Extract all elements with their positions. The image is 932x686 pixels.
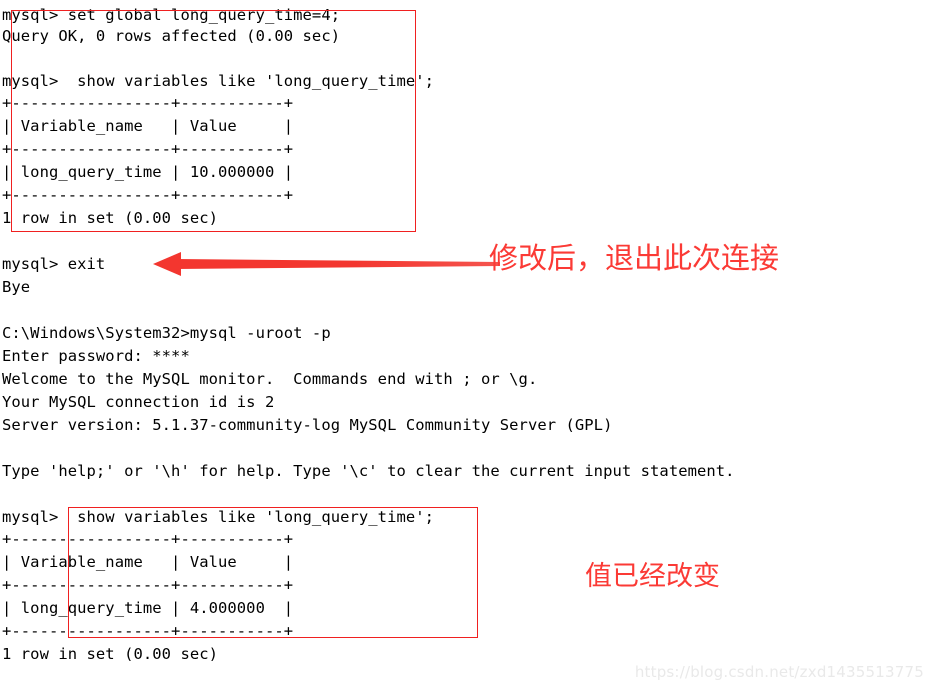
console-line: mysql> show variables like 'long_query_t… [2, 508, 435, 526]
console-line: Enter password: **** [2, 347, 190, 365]
note-value-changed: 值已经改变 [585, 561, 720, 592]
console-line: 1 row in set (0.00 sec) [2, 645, 219, 663]
console-line: Welcome to the MySQL monitor. Commands e… [2, 370, 538, 388]
console-line: +-----------------+-----------+ [2, 140, 294, 158]
console-line: mysql> set global long_query_time=4; [2, 6, 341, 24]
console-line: Server version: 5.1.37-community-log MyS… [2, 416, 613, 434]
console-line: mysql> show variables like 'long_query_t… [2, 72, 435, 90]
console-line: +-----------------+-----------+ [2, 94, 294, 112]
console-line: +-----------------+-----------+ [2, 530, 294, 548]
note-after-modify-exit: 修改后，退出此次连接 [489, 241, 780, 275]
console-line: Bye [2, 278, 31, 296]
console-line: | Variable_name | Value | [2, 117, 294, 135]
console-line: mysql> exit [2, 255, 106, 273]
console-line: +-----------------+-----------+ [2, 186, 294, 204]
console-line: +-----------------+-----------+ [2, 576, 294, 594]
console-line: +-----------------+-----------+ [2, 622, 294, 640]
console-line: | Variable_name | Value | [2, 553, 294, 571]
source-watermark: https://blog.csdn.net/zxd1435513775 [634, 663, 924, 681]
console-line: Type 'help;' or '\h' for help. Type '\c'… [2, 462, 735, 480]
console-line: C:\Windows\System32>mysql -uroot -p [2, 324, 331, 342]
console-line: 1 row in set (0.00 sec) [2, 209, 219, 227]
console-line: Query OK, 0 rows affected (0.00 sec) [2, 27, 341, 45]
console-line: Your MySQL connection id is 2 [2, 393, 275, 411]
console-line: | long_query_time | 10.000000 | [2, 163, 294, 181]
console-line: | long_query_time | 4.000000 | [2, 599, 294, 617]
terminal-console[interactable]: mysql> set global long_query_time=4; Quer… [0, 0, 932, 686]
